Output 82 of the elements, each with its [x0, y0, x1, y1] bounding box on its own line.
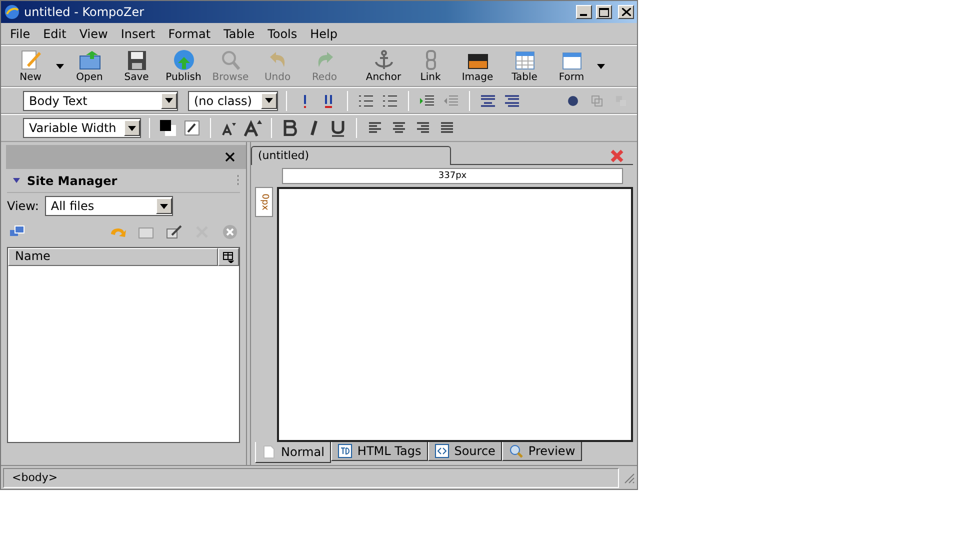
caret-icon	[128, 126, 136, 130]
double-exclamation-icon	[323, 94, 335, 108]
document-tab[interactable]: (untitled)	[251, 146, 451, 165]
lines-icon	[480, 94, 496, 108]
bullet-list-icon	[382, 94, 398, 108]
close-icon	[610, 149, 624, 163]
small-letter-icon	[221, 120, 237, 136]
editor-canvas[interactable]	[277, 187, 633, 442]
menu-item[interactable]: Tools	[262, 26, 306, 40]
toolbar-button[interactable]: Save	[113, 46, 160, 86]
toolbar-button[interactable]: Anchor	[360, 46, 407, 86]
font-select[interactable]: Variable Width	[23, 118, 141, 138]
outdent-icon	[443, 94, 459, 108]
caret-icon	[56, 64, 64, 68]
numbered-list-icon	[358, 94, 374, 108]
panel-title: Site Manager	[27, 174, 118, 188]
field-label: View:	[7, 199, 39, 213]
caret-icon	[165, 98, 173, 103]
underline-icon	[331, 120, 345, 136]
column-header[interactable]: Name	[8, 248, 218, 266]
close-icon	[225, 152, 235, 162]
bold-icon	[283, 120, 297, 136]
toolbar-button[interactable]: Link	[407, 46, 454, 86]
caret-icon	[160, 204, 168, 208]
resize-grip-icon	[623, 472, 635, 484]
window-title: untitled - KompoZer	[24, 5, 146, 19]
maximize-icon	[599, 8, 609, 16]
pencil-page-icon	[18, 49, 42, 71]
class-select[interactable]: (no class)	[188, 90, 278, 110]
menu-item[interactable]: File	[5, 26, 38, 40]
close-button[interactable]	[618, 5, 634, 19]
code-brackets-icon	[435, 444, 450, 458]
globe-icon	[4, 4, 20, 20]
squares-icon	[591, 94, 603, 106]
toolbar-button[interactable]: Publish	[160, 46, 207, 86]
align-lines-icon	[416, 121, 430, 135]
table-grid-icon	[512, 49, 536, 71]
menu-item[interactable]: Insert	[116, 26, 164, 40]
menu-item[interactable]: Help	[305, 26, 346, 40]
menu-item[interactable]: Edit	[38, 26, 74, 40]
grip-icon	[236, 174, 240, 186]
page-icon	[262, 445, 276, 459]
toolbar-button[interactable]: New	[7, 46, 54, 86]
column-picker-button[interactable]	[218, 248, 239, 266]
color-button[interactable]	[158, 118, 178, 138]
globe-icon	[172, 49, 196, 71]
close-icon	[622, 8, 630, 16]
paragraph-format-select[interactable]: Body Text	[23, 90, 178, 110]
large-letter-icon	[244, 119, 262, 137]
horizontal-ruler: 337px	[282, 168, 623, 184]
highlight-button[interactable]	[182, 118, 202, 138]
align-lines-icon	[392, 121, 406, 135]
element-path: <body>	[3, 468, 619, 488]
column-picker-icon	[223, 252, 234, 262]
magnifier-icon	[509, 444, 524, 458]
align-lines-icon	[440, 121, 454, 135]
vertical-ruler: 0px	[255, 187, 273, 217]
mode-tab[interactable]: Preview	[502, 442, 582, 461]
menu-item[interactable]: Table	[218, 26, 263, 40]
toolbar-button[interactable]: Table	[501, 46, 548, 86]
caret-icon	[265, 98, 273, 103]
maximize-button[interactable]	[596, 5, 612, 19]
delete-icon	[222, 224, 238, 240]
larger-font-button[interactable]	[243, 118, 263, 138]
view-select[interactable]: All files	[44, 196, 173, 216]
italic-icon	[308, 120, 320, 136]
indent-icon	[419, 94, 435, 108]
color-swatch-icon	[159, 119, 177, 137]
toolbar-button[interactable]: Image	[454, 46, 501, 86]
td-tag-icon	[338, 444, 352, 458]
menu-item[interactable]: View	[74, 26, 116, 40]
triangle-down-icon	[12, 177, 20, 184]
toolbar-button[interactable]: Open	[66, 46, 113, 86]
computers-icon	[9, 225, 25, 239]
menu-item[interactable]: Format	[163, 26, 219, 40]
caret-icon	[597, 64, 605, 68]
mode-tab[interactable]: Normal	[255, 442, 332, 463]
align-lines-icon	[368, 121, 382, 135]
mode-tab[interactable]: HTML Tags	[331, 442, 428, 461]
toolbar-button[interactable]: Form	[548, 46, 595, 86]
minimize-button[interactable]	[576, 5, 592, 19]
mode-tab[interactable]: Source	[428, 442, 502, 461]
